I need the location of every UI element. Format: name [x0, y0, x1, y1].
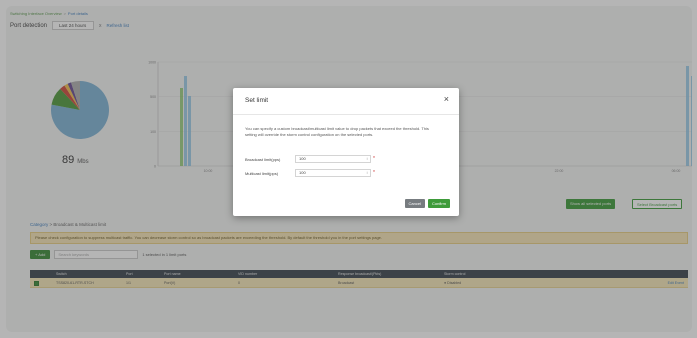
broadcast-limit-value: 100	[299, 156, 306, 161]
multicast-limit-row: Multicast limit(pps) 100 ↕ *	[245, 169, 375, 177]
broadcast-limit-input[interactable]: 100 ↕	[295, 155, 371, 163]
confirm-button[interactable]: Confirm	[427, 199, 450, 208]
required-mark: *	[373, 156, 375, 162]
required-mark: *	[373, 170, 375, 176]
multicast-limit-label: Multicast limit(pps)	[245, 170, 279, 176]
multicast-limit-input[interactable]: 100 ↕	[295, 169, 371, 177]
multicast-limit-value: 100	[299, 170, 306, 175]
broadcast-limit-row: Broadcast limit(pps) 100 ↕ *	[245, 155, 375, 163]
dialog-footer: Cancel Confirm	[404, 199, 450, 208]
dialog-title: Set limit	[245, 97, 269, 104]
broadcast-limit-label: Broadcast limit(pps)	[245, 156, 281, 162]
close-icon[interactable]: ×	[444, 94, 449, 104]
dialog-divider	[233, 114, 459, 115]
set-limit-dialog: Set limit × You can specify a custom bro…	[233, 88, 459, 216]
cancel-button[interactable]: Cancel	[404, 199, 425, 208]
stepper-icon[interactable]: ↕	[366, 170, 368, 176]
dialog-description: You can specify a custom broadcast/multi…	[245, 126, 429, 137]
stepper-icon[interactable]: ↕	[366, 156, 368, 162]
